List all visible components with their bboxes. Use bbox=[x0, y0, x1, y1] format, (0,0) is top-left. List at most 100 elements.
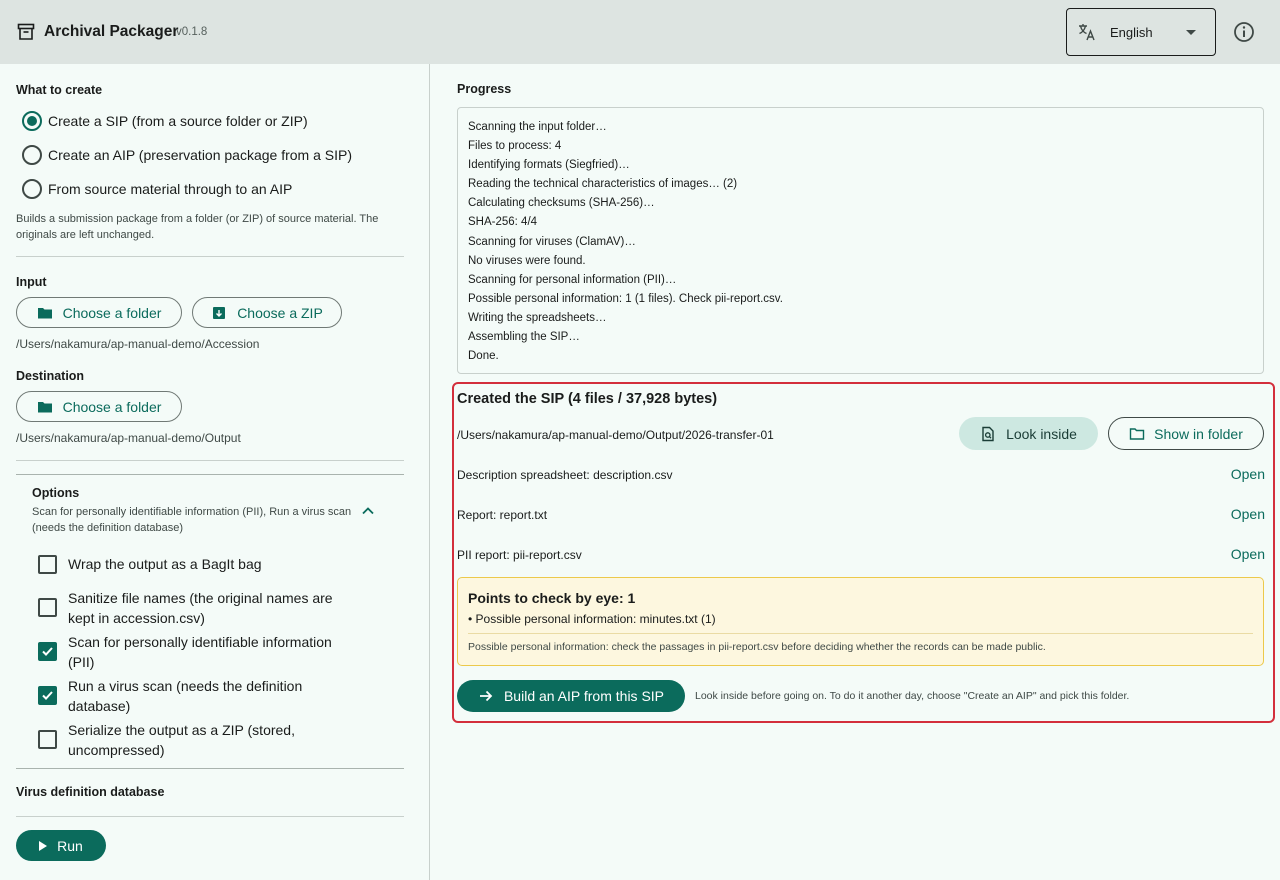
file-row-report: Report: report.txt Open bbox=[457, 506, 1265, 528]
progress-log[interactable]: Scanning the input folder… Files to proc… bbox=[457, 107, 1264, 374]
archive-icon bbox=[17, 23, 35, 40]
radio-label: Create an AIP (preservation package from… bbox=[48, 147, 353, 163]
log-line: Scanning for personal information (PII)… bbox=[468, 273, 677, 286]
file-label: Description spreadsheet: description.csv bbox=[457, 468, 673, 482]
log-line: Scanning the input folder… bbox=[468, 121, 607, 133]
button-label: Look inside bbox=[1006, 425, 1077, 442]
open-pii-report-link[interactable]: Open bbox=[1231, 546, 1265, 562]
checkbox[interactable] bbox=[38, 730, 57, 749]
radio-create-sip[interactable]: Create a SIP (from a source folder or ZI… bbox=[22, 109, 308, 133]
button-label: Choose a ZIP bbox=[237, 304, 323, 321]
button-label: Run bbox=[57, 837, 83, 854]
log-line: Done. bbox=[468, 350, 499, 363]
show-in-folder-button[interactable]: Show in folder bbox=[1108, 417, 1264, 450]
folder-outline-icon bbox=[1129, 427, 1145, 440]
progress-label: Progress bbox=[457, 82, 512, 96]
input-choose-folder-button[interactable]: Choose a folder bbox=[16, 297, 182, 328]
radio-button[interactable] bbox=[22, 111, 42, 131]
radio-label: From source material through to an AIP bbox=[48, 181, 293, 197]
app-title: Archival Packager bbox=[44, 23, 179, 40]
log-line: Files to process: 4 bbox=[468, 140, 562, 153]
open-description-link[interactable]: Open bbox=[1231, 466, 1265, 482]
build-aip-hint: Look inside before going on. To do it an… bbox=[695, 690, 1130, 702]
divider bbox=[468, 633, 1253, 634]
button-label: Build an AIP from this SIP bbox=[503, 688, 665, 704]
file-label: PII report: pii-report.csv bbox=[457, 548, 582, 562]
result-panel: Created the SIP (4 files / 37,928 bytes)… bbox=[452, 382, 1275, 723]
options-top-border bbox=[16, 474, 404, 475]
button-label: Show in folder bbox=[1154, 425, 1243, 442]
folder-icon bbox=[37, 401, 52, 412]
button-label: Choose a folder bbox=[62, 398, 162, 415]
log-line: Assembling the SIP… bbox=[468, 331, 580, 344]
settings-panel: What to create Create a SIP (from a sour… bbox=[0, 64, 430, 880]
check-by-eye-warning: Points to check by eye: 1 • Possible per… bbox=[457, 577, 1264, 666]
radio-create-aip[interactable]: Create an AIP (preservation package from… bbox=[22, 143, 352, 167]
destination-path: /Users/nakamura/ap-manual-demo/Output bbox=[16, 431, 241, 445]
virus-db-label[interactable]: Virus definition database bbox=[16, 785, 164, 799]
divider bbox=[16, 816, 404, 817]
document-search-icon bbox=[982, 426, 994, 441]
file-row-pii-report: PII report: pii-report.csv Open bbox=[457, 546, 1265, 568]
destination-choose-folder-button[interactable]: Choose a folder bbox=[16, 391, 182, 422]
button-label: Choose a folder bbox=[62, 304, 162, 321]
log-line: Scanning for viruses (ClamAV)… bbox=[468, 235, 636, 248]
zip-archive-icon bbox=[213, 306, 226, 319]
radio-button[interactable] bbox=[22, 145, 42, 165]
options-summary: Scan for personally identifiable informa… bbox=[32, 506, 352, 534]
folder-icon bbox=[37, 307, 52, 318]
input-choose-zip-button[interactable]: Choose a ZIP bbox=[192, 297, 342, 328]
divider bbox=[16, 460, 404, 461]
app-bar: Archival Packager v0.1.8 English bbox=[0, 0, 1280, 64]
info-icon[interactable] bbox=[1232, 20, 1256, 44]
checkbox-label: Wrap the output as a BagIt bag bbox=[68, 556, 262, 572]
option-sanitize-names[interactable]: Sanitize file names (the original names … bbox=[38, 588, 358, 628]
language-select[interactable]: English bbox=[1066, 8, 1216, 56]
warning-note: Possible personal information: check the… bbox=[468, 641, 1046, 653]
log-line: No viruses were found. bbox=[468, 254, 586, 267]
radio-button[interactable] bbox=[22, 179, 42, 199]
result-path: /Users/nakamura/ap-manual-demo/Output/20… bbox=[457, 428, 774, 442]
checkbox-label: Run a virus scan (needs the definition d… bbox=[68, 678, 303, 714]
radio-label: Create a SIP (from a source folder or ZI… bbox=[48, 113, 308, 129]
divider bbox=[16, 256, 404, 257]
file-row-description: Description spreadsheet: description.csv… bbox=[457, 466, 1265, 488]
radio-source-to-aip[interactable]: From source material through to an AIP bbox=[22, 177, 292, 201]
checkbox[interactable] bbox=[38, 598, 57, 617]
checkbox[interactable] bbox=[38, 642, 57, 661]
input-label: Input bbox=[16, 275, 47, 289]
warning-title: Points to check by eye: 1 bbox=[468, 590, 636, 606]
log-line: Reading the technical characteristics of… bbox=[468, 178, 738, 191]
app-version: v0.1.8 bbox=[176, 26, 208, 38]
what-to-create-label: What to create bbox=[16, 83, 103, 97]
checkmark-icon bbox=[42, 691, 53, 700]
translate-icon bbox=[1079, 24, 1095, 41]
file-label: Report: report.txt bbox=[457, 508, 548, 522]
checkmark-icon bbox=[42, 647, 53, 656]
input-path: /Users/nakamura/ap-manual-demo/Accession bbox=[16, 337, 260, 351]
log-line: SHA-256: 4/4 bbox=[468, 216, 538, 229]
checkbox[interactable] bbox=[38, 555, 57, 574]
checkbox-label: Sanitize file names (the original names … bbox=[68, 590, 333, 626]
build-aip-button[interactable]: Build an AIP from this SIP bbox=[457, 680, 685, 712]
options-title[interactable]: Options bbox=[32, 486, 79, 500]
checkbox-label: Serialize the output as a ZIP (stored, u… bbox=[68, 722, 295, 758]
mode-hint: Builds a submission package from a folde… bbox=[16, 213, 379, 241]
arrow-right-icon bbox=[479, 690, 493, 702]
play-icon bbox=[39, 840, 48, 851]
log-line: Writing the spreadsheets… bbox=[468, 311, 607, 324]
open-report-link[interactable]: Open bbox=[1231, 506, 1265, 522]
destination-label: Destination bbox=[16, 369, 85, 383]
checkbox[interactable] bbox=[38, 686, 57, 705]
option-pii-scan[interactable]: Scan for personally identifiable informa… bbox=[38, 632, 358, 672]
option-bagit[interactable]: Wrap the output as a BagIt bag bbox=[38, 554, 358, 574]
look-inside-button[interactable]: Look inside bbox=[959, 417, 1098, 450]
option-virus-scan[interactable]: Run a virus scan (needs the definition d… bbox=[38, 676, 358, 716]
log-line: Calculating checksums (SHA-256)… bbox=[468, 197, 655, 210]
option-serialize-zip[interactable]: Serialize the output as a ZIP (stored, u… bbox=[38, 720, 358, 760]
checkbox-label: Scan for personally identifiable informa… bbox=[68, 634, 332, 670]
run-button[interactable]: Run bbox=[16, 830, 106, 861]
result-title: Created the SIP (4 files / 37,928 bytes) bbox=[457, 391, 718, 407]
warning-item: • Possible personal information: minutes… bbox=[468, 612, 716, 626]
chevron-up-icon[interactable] bbox=[360, 503, 376, 519]
